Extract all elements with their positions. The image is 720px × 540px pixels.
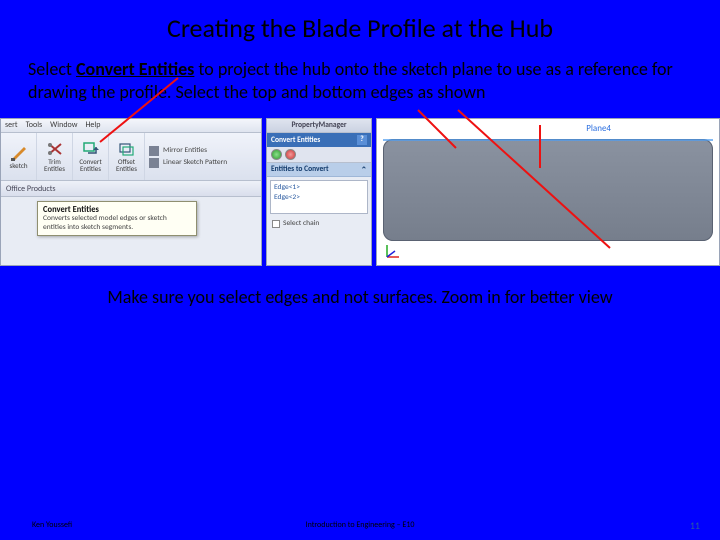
property-manager-screenshot: PropertyManager Convert Entities ? Entit… — [266, 118, 372, 266]
cancel-button[interactable] — [285, 149, 296, 160]
slide-title: Creating the Blade Profile at the Hub — [0, 0, 720, 44]
trim-entities-button[interactable]: Trim Entities — [37, 133, 73, 180]
footer-course: Introduction to Engineering – E10 — [0, 520, 720, 530]
model-view-screenshot: Plane4 — [376, 118, 720, 266]
offset-label: Offset Entities — [110, 158, 143, 172]
sketch-icon — [10, 145, 28, 161]
entities-section-label: Entities to Convert — [271, 165, 329, 174]
offset-entities-button[interactable]: Offset Entities — [109, 133, 145, 180]
view-triad-icon — [383, 241, 403, 261]
entities-section-header[interactable]: Entities to Convert ⌃ — [267, 163, 371, 177]
trim-label: Trim Entities — [38, 158, 71, 172]
toolbar: sketch Trim Entities Convert Entities Of… — [1, 133, 261, 181]
sketch-label: sketch — [9, 162, 27, 169]
footer-page-number: 11 — [690, 519, 700, 532]
checkbox-icon[interactable] — [272, 220, 280, 228]
office-label: Office Products — [6, 184, 56, 194]
select-chain-row[interactable]: Select chain — [267, 217, 371, 230]
instruction-pre: Select — [28, 58, 76, 80]
ok-button[interactable] — [271, 149, 282, 160]
small-tools: Mirror Entities Linear Sketch Pattern — [145, 133, 255, 180]
plane-label: Plane4 — [586, 123, 611, 134]
pm-confirm-row — [267, 147, 371, 163]
convert-icon — [82, 141, 100, 157]
office-products-tab[interactable]: Office Products — [1, 181, 261, 197]
slide-footer: Ken Youssefi Introduction to Engineering… — [0, 520, 720, 530]
convert-entities-button[interactable]: Convert Entities — [73, 133, 109, 180]
footer-copyright: Ken Youssefi — [32, 520, 72, 530]
hint-text: Make sure you select edges and not surfa… — [0, 286, 720, 308]
mirror-entities-button[interactable]: Mirror Entities — [149, 146, 251, 156]
convert-label: Convert Entities — [74, 158, 107, 172]
menu-insert[interactable]: sert — [5, 120, 18, 131]
instruction-bold: Convert Entities — [76, 58, 194, 80]
help-icon[interactable]: ? — [357, 135, 367, 145]
pattern-label: Linear Sketch Pattern — [163, 158, 227, 167]
menu-tools[interactable]: Tools — [26, 120, 43, 131]
pm-title-text: Convert Entities — [271, 136, 320, 145]
pm-title-bar: Convert Entities ? — [267, 133, 371, 147]
trim-icon — [46, 141, 64, 157]
menu-help[interactable]: Help — [85, 120, 100, 131]
sketch-button[interactable]: sketch — [1, 133, 37, 180]
collapse-icon: ⌃ — [361, 165, 367, 175]
tooltip-body: Converts selected model edges or sketch … — [43, 215, 191, 232]
pattern-icon — [149, 158, 159, 168]
convert-entities-tooltip: Convert Entities Converts selected model… — [37, 201, 197, 236]
entities-list[interactable]: Edge<1> Edge<2> — [270, 180, 368, 214]
screenshot-row: sert Tools Window Help sketch Trim Entit… — [0, 118, 720, 266]
toolbar-screenshot: sert Tools Window Help sketch Trim Entit… — [0, 118, 262, 266]
list-item[interactable]: Edge<2> — [274, 193, 364, 203]
property-manager-header: PropertyManager — [267, 119, 371, 133]
offset-icon — [118, 141, 136, 157]
hub-body[interactable] — [383, 139, 713, 241]
list-item[interactable]: Edge<1> — [274, 183, 364, 193]
mirror-label: Mirror Entities — [163, 146, 207, 155]
hub-top-edge[interactable] — [383, 139, 713, 141]
menu-window[interactable]: Window — [50, 120, 77, 131]
menu-bar: sert Tools Window Help — [1, 119, 261, 133]
instruction-text: Select Convert Entities to project the h… — [0, 44, 720, 103]
linear-pattern-button[interactable]: Linear Sketch Pattern — [149, 158, 251, 168]
select-chain-label: Select chain — [283, 219, 319, 228]
mirror-icon — [149, 146, 159, 156]
